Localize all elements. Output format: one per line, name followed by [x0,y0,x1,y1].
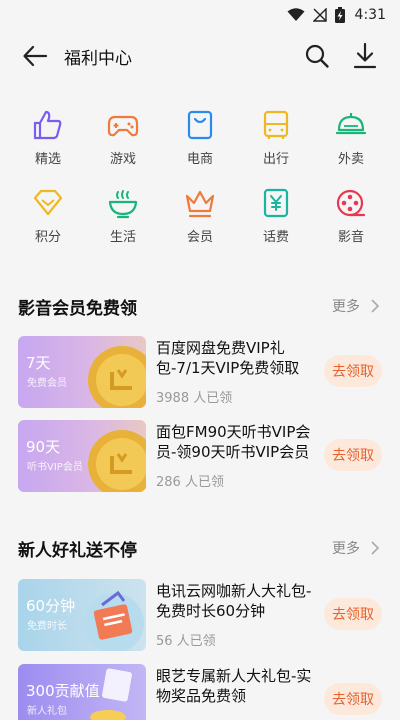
category-grid: 精选 游戏 电商 出行 外卖 积分 生活 会员 话费 影音 [0,100,400,260]
category-shenghuo[interactable]: 生活 [91,186,155,252]
category-label: 影音 [337,230,364,245]
claim-button[interactable]: 去领取 [324,355,382,387]
category-chuxing[interactable]: 出行 [244,108,308,174]
battery-charging-icon [334,7,345,23]
category-youxi[interactable]: 游戏 [91,108,155,174]
card-title: 眼艺专属新人大礼包-实物奖品免费领 [156,667,312,705]
category-waimai[interactable]: 外卖 [319,108,383,174]
category-label: 外卖 [337,152,364,167]
category-label: 会员 [186,230,213,245]
gamepad-icon [107,115,139,137]
status-time: 4:31 [354,7,386,23]
crown-icon [185,190,215,218]
card-thumbnail: 7天 免费会员 [18,336,146,408]
category-huafei[interactable]: 话费 [244,186,308,252]
more-link[interactable]: 更多 [332,296,360,316]
thumb-caption: 新人礼包 [27,706,67,717]
section-title: 影音会员免费领 [18,299,137,319]
thumb-caption: 听书VIP会员 [27,462,83,473]
card-thumbnail: 90天 听书VIP会员 [18,420,146,492]
thumb-caption: 免费时长 [27,621,67,632]
bus-icon [263,110,289,139]
card-thumbnail: 60分钟 免费时长 [18,579,146,651]
app-header: 福利中心 [0,30,400,82]
claim-button[interactable]: 去领取 [324,439,382,471]
category-label: 积分 [34,230,61,245]
card-title: 百度网盘免费VIP礼包-7/1天VIP免费领取 [156,339,300,377]
wifi-icon [287,8,305,21]
chevron-right-icon[interactable] [370,299,380,313]
thumbs-up-icon [33,110,62,140]
food-cloche-icon [335,113,367,135]
claimed-count: 3988 人已领 [156,391,233,406]
claimed-count: 56 人已领 [156,634,216,649]
thumb-headline: 90天 [26,438,61,456]
card-title: 面包FM90天听书VIP会员-领90天听书VIP会员 [156,423,311,461]
category-label: 电商 [186,152,213,167]
thumb-caption: 免费会员 [27,378,67,389]
category-label: 游戏 [109,152,136,167]
category-jingxuan[interactable]: 精选 [16,108,80,174]
list-item[interactable]: 300贡献值 新人礼包 眼艺专属新人大礼包-实物奖品免费领 去领取 [18,664,384,720]
search-icon[interactable] [304,43,330,69]
category-label: 精选 [34,152,61,167]
claimed-count: 286 人已领 [156,475,224,490]
thumb-headline: 60分钟 [26,597,76,615]
card-thumbnail: 300贡献值 新人礼包 [18,664,146,720]
category-dianshang[interactable]: 电商 [168,108,232,174]
download-icon[interactable] [352,42,378,70]
claim-button[interactable]: 去领取 [324,598,382,630]
category-label: 生活 [109,230,136,245]
bowl-icon [108,190,138,219]
back-arrow-icon[interactable] [22,44,48,68]
category-huiyuan[interactable]: 会员 [168,186,232,252]
diamond-icon [33,189,63,216]
thumb-headline: 300贡献值 [26,682,100,700]
section-title: 新人好礼送不停 [18,541,137,561]
section-header-media: 影音会员免费领 更多 [0,290,400,320]
status-bar: 4:31 [0,0,400,30]
page-title: 福利中心 [64,49,132,69]
no-signal-icon [312,8,327,22]
section-header-newcomer: 新人好礼送不停 更多 [0,532,400,562]
card-title: 电讯云网咖新人大礼包-免费时长60分钟 [156,582,312,620]
shopping-bag-icon [187,110,213,140]
chevron-right-icon[interactable] [370,541,380,555]
list-item[interactable]: 7天 免费会员 百度网盘免费VIP礼包-7/1天VIP免费领取 3988 人已领… [18,336,384,408]
category-yingyin[interactable]: 影音 [319,186,383,252]
list-item[interactable]: 60分钟 免费时长 电讯云网咖新人大礼包-免费时长60分钟 56 人已领 去领取 [18,579,384,651]
category-label: 话费 [262,230,289,245]
category-label: 出行 [262,152,289,167]
claim-button[interactable]: 去领取 [324,683,382,715]
thumb-headline: 7天 [26,354,51,372]
list-item[interactable]: 90天 听书VIP会员 面包FM90天听书VIP会员-领90天听书VIP会员 2… [18,420,384,492]
film-reel-icon [336,189,366,217]
more-link[interactable]: 更多 [332,538,360,558]
yen-card-icon [263,188,289,218]
category-jifen[interactable]: 积分 [16,186,80,252]
